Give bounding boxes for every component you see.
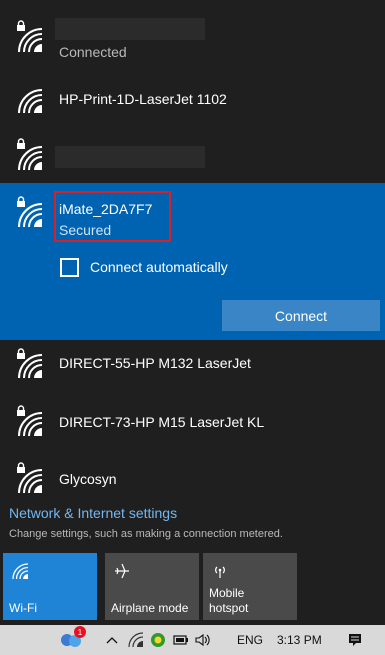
network-status: Connected [59,44,127,60]
network-name: DIRECT-73-HP M15 LaserJet KL [59,414,265,430]
wifi-signal-icon [16,352,44,380]
redacted-network-name [55,146,205,168]
network-item-redacted[interactable] [0,122,385,182]
network-item-connected[interactable]: Connected [0,0,385,80]
wifi-icon [11,562,29,580]
wifi-signal-icon [16,201,44,229]
airplane-mode-tile[interactable]: Airplane mode [105,553,199,620]
tile-label: Wi-Fi [9,601,37,615]
wifi-signal-icon [16,87,44,115]
wifi-signal-icon [16,26,44,54]
wifi-signal-icon [16,144,44,172]
tile-label: Mobile hotspot [209,586,249,615]
network-item-glycosyn[interactable]: Glycosyn [0,452,385,498]
network-settings-description: Change settings, such as making a connec… [9,528,283,540]
mobile-hotspot-tile[interactable]: Mobile hotspot [203,553,297,620]
network-settings-link[interactable]: Network & Internet settings [9,505,177,521]
wifi-signal-icon [16,410,44,438]
notification-count-badge: 1 [74,626,86,638]
redacted-network-name [55,18,205,40]
connect-automatically-checkbox[interactable] [60,258,79,277]
action-center-icon[interactable] [347,625,363,655]
tile-label: Airplane mode [111,601,189,615]
wifi-signal-icon [16,467,44,495]
annotation-highlight-box [54,191,171,242]
battery-icon[interactable] [173,625,189,655]
language-indicator[interactable]: ENG [237,625,263,655]
wifi-toggle-tile[interactable]: Wi-Fi [3,553,97,620]
update-icon[interactable] [150,625,166,655]
airplane-icon [113,562,131,580]
network-item-direct-73[interactable]: DIRECT-73-HP M15 LaserJet KL [0,396,385,450]
chevron-up-icon[interactable] [106,625,118,655]
hotspot-icon [211,562,229,580]
wifi-tray-icon[interactable] [128,625,144,655]
clock[interactable]: 3:13 PM [277,625,322,655]
connect-automatically-label[interactable]: Connect automatically [90,259,228,275]
connect-button[interactable]: Connect [222,300,380,331]
network-flyout: Connected HP-Print-1D-LaserJet 1102 iMat… [0,0,385,625]
volume-icon[interactable] [194,625,212,655]
network-item-direct-55[interactable]: DIRECT-55-HP M132 LaserJet [0,342,385,394]
network-name: Glycosyn [59,471,117,487]
taskbar: 1 ENG 3:13 PM [0,625,385,655]
network-item-hp-print[interactable]: HP-Print-1D-LaserJet 1102 [0,80,385,122]
network-name: HP-Print-1D-LaserJet 1102 [59,91,227,107]
network-name: DIRECT-55-HP M132 LaserJet [59,355,251,371]
